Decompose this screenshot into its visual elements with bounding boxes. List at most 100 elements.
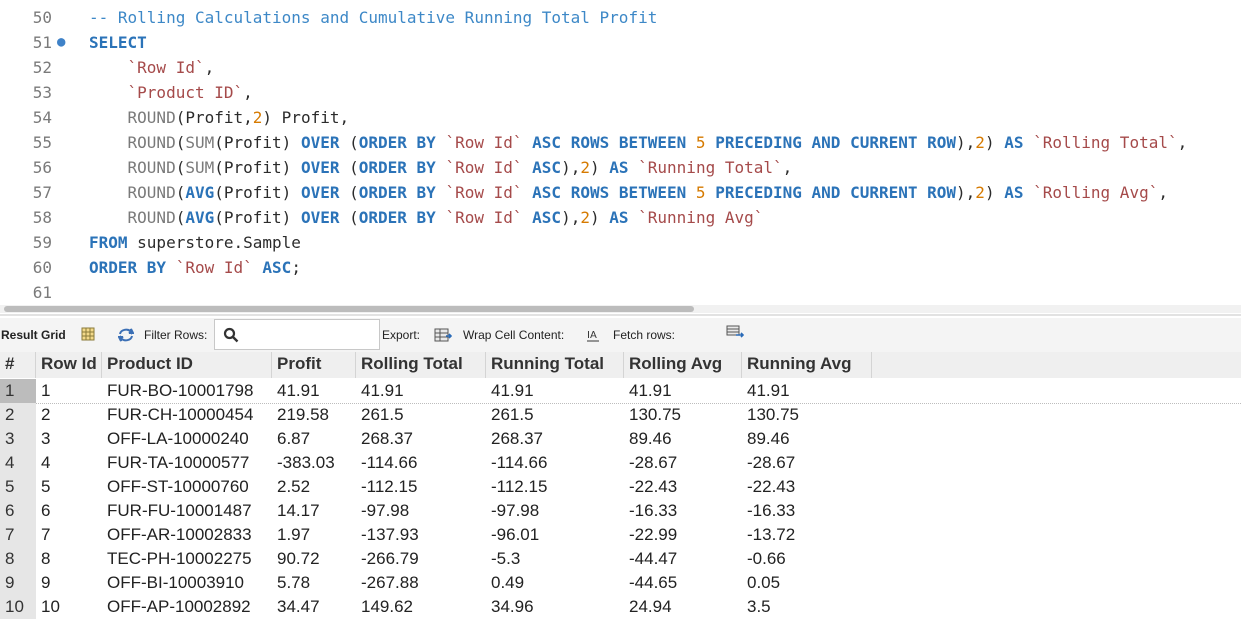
row-number-cell[interactable]: 10	[0, 595, 36, 619]
row-number-cell[interactable]: 7	[0, 523, 36, 547]
table-cell[interactable]: 2	[36, 403, 102, 427]
table-cell[interactable]: -97.98	[356, 499, 486, 523]
table-cell[interactable]: OFF-AP-10002892	[102, 595, 272, 619]
row-number-cell[interactable]: 2	[0, 403, 36, 427]
table-row[interactable]: 3 3 OFF-LA-10000240 6.87 268.37 268.37 89.46 89…	[0, 427, 1241, 451]
table-cell[interactable]: OFF-ST-10000760	[102, 475, 272, 499]
table-cell[interactable]: -22.99	[624, 523, 742, 547]
table-cell[interactable]: OFF-AR-10002833	[102, 523, 272, 547]
table-row[interactable]: 2 2 FUR-CH-10000454 219.58 261.5 261.5 130.75 1…	[0, 403, 1241, 427]
code-line[interactable]: 61	[0, 280, 1241, 305]
panel-splitter[interactable]	[0, 314, 1241, 316]
table-cell[interactable]: 34.47	[272, 595, 356, 619]
row-number-cell[interactable]: 9	[0, 571, 36, 595]
result-grid-tab[interactable]: Result Grid	[1, 318, 66, 352]
table-cell[interactable]: FUR-FU-10001487	[102, 499, 272, 523]
column-header[interactable]: Running Avg	[742, 352, 872, 378]
table-cell[interactable]: -266.79	[356, 547, 486, 571]
code-line[interactable]: 55 ROUND(SUM(Profit) OVER (ORDER BY `Row…	[0, 130, 1241, 155]
editor-horizontal-scrollbar[interactable]	[0, 305, 1241, 313]
table-cell[interactable]: -112.15	[486, 475, 624, 499]
table-cell[interactable]: 14.17	[272, 499, 356, 523]
table-cell[interactable]: OFF-LA-10000240	[102, 427, 272, 451]
table-cell[interactable]: 261.5	[486, 403, 624, 427]
table-cell[interactable]: 24.94	[624, 595, 742, 619]
code-line[interactable]: 53 `Product ID`,	[0, 80, 1241, 105]
table-cell[interactable]: 5	[36, 475, 102, 499]
code-line[interactable]: 58 ROUND(AVG(Profit) OVER (ORDER BY `Row…	[0, 205, 1241, 230]
grid-icon[interactable]	[81, 327, 95, 344]
table-cell[interactable]: 1.97	[272, 523, 356, 547]
table-cell[interactable]: 41.91	[272, 379, 356, 403]
refresh-arrows-icon[interactable]	[117, 328, 135, 345]
column-header[interactable]: Rolling Total	[356, 352, 486, 378]
table-row[interactable]: 9 9 OFF-BI-10003910 5.78 -267.88 0.49 -44.65 0.…	[0, 571, 1241, 595]
table-cell[interactable]: 8	[36, 547, 102, 571]
row-number-cell[interactable]: 6	[0, 499, 36, 523]
table-cell[interactable]: 41.91	[624, 379, 742, 403]
table-cell[interactable]: -44.47	[624, 547, 742, 571]
table-cell[interactable]: -16.33	[624, 499, 742, 523]
table-cell[interactable]: -96.01	[486, 523, 624, 547]
table-cell[interactable]: 3.5	[742, 595, 872, 619]
table-cell[interactable]: OFF-BI-10003910	[102, 571, 272, 595]
export-icon[interactable]	[434, 327, 453, 346]
fetch-rows-icon[interactable]	[726, 325, 745, 342]
wrap-text-icon[interactable]: IA	[586, 328, 600, 345]
table-cell[interactable]: 7	[36, 523, 102, 547]
table-row[interactable]: 8 8 TEC-PH-10002275 90.72 -266.79 -5.3 -44.47-…	[0, 547, 1241, 571]
filter-rows-input[interactable]	[214, 319, 380, 350]
table-cell[interactable]: -5.3	[486, 547, 624, 571]
column-header[interactable]: Profit	[272, 352, 356, 378]
table-cell[interactable]: FUR-CH-10000454	[102, 403, 272, 427]
column-header[interactable]: Row Id	[36, 352, 102, 378]
table-cell[interactable]: 10	[36, 595, 102, 619]
table-cell[interactable]: 89.46	[624, 427, 742, 451]
table-cell[interactable]: 1	[36, 379, 102, 403]
table-cell[interactable]: -112.15	[356, 475, 486, 499]
row-number-cell[interactable]: 5	[0, 475, 36, 499]
table-row[interactable]: 1 1 FUR-BO-10001798 41.91 41.91 41.91 41.91 41.…	[0, 379, 1241, 404]
table-cell[interactable]: -267.88	[356, 571, 486, 595]
table-cell[interactable]: -137.93	[356, 523, 486, 547]
code-line[interactable]: 51 ● SELECT	[0, 30, 1241, 55]
table-cell[interactable]: 130.75	[624, 403, 742, 427]
table-cell[interactable]: 149.62	[356, 595, 486, 619]
table-cell[interactable]: -0.66	[742, 547, 872, 571]
table-row[interactable]: 7 7 OFF-AR-10002833 1.97 -137.93 -96.01 -22.99…	[0, 523, 1241, 547]
table-cell[interactable]: -22.43	[624, 475, 742, 499]
table-cell[interactable]: -22.43	[742, 475, 872, 499]
table-cell[interactable]: 34.96	[486, 595, 624, 619]
table-cell[interactable]: -97.98	[486, 499, 624, 523]
table-cell[interactable]: 41.91	[356, 379, 486, 403]
table-cell[interactable]: 6	[36, 499, 102, 523]
table-cell[interactable]: 130.75	[742, 403, 872, 427]
table-row[interactable]: 6 6 FUR-FU-10001487 14.17 -97.98 -97.98 -16.33…	[0, 499, 1241, 523]
table-row[interactable]: 4 4 FUR-TA-10000577 -383.03 -114.66 -114.66 -2…	[0, 451, 1241, 475]
sql-editor[interactable]: 50 -- Rolling Calculations and Cumulative…	[0, 0, 1241, 312]
table-cell[interactable]: 0.05	[742, 571, 872, 595]
row-number-cell[interactable]: 3	[0, 427, 36, 451]
column-header[interactable]: Rolling Avg	[624, 352, 742, 378]
table-cell[interactable]: FUR-TA-10000577	[102, 451, 272, 475]
table-cell[interactable]: 219.58	[272, 403, 356, 427]
table-cell[interactable]: 41.91	[742, 379, 872, 403]
table-cell[interactable]: -114.66	[356, 451, 486, 475]
table-row[interactable]: 5 5 OFF-ST-10000760 2.52 -112.15 -112.15 -22.4…	[0, 475, 1241, 499]
column-header[interactable]: Product ID	[102, 352, 272, 378]
table-cell[interactable]: 268.37	[486, 427, 624, 451]
table-cell[interactable]: -16.33	[742, 499, 872, 523]
table-cell[interactable]: 268.37	[356, 427, 486, 451]
code-line[interactable]: 56 ROUND(SUM(Profit) OVER (ORDER BY `Row…	[0, 155, 1241, 180]
table-cell[interactable]: 41.91	[486, 379, 624, 403]
table-cell[interactable]: -114.66	[486, 451, 624, 475]
table-cell[interactable]: -28.67	[742, 451, 872, 475]
code-line[interactable]: 59 FROM superstore.Sample	[0, 230, 1241, 255]
table-cell[interactable]: 5.78	[272, 571, 356, 595]
table-cell[interactable]: 90.72	[272, 547, 356, 571]
code-line[interactable]: 57 ROUND(AVG(Profit) OVER (ORDER BY `Row…	[0, 180, 1241, 205]
table-cell[interactable]: 0.49	[486, 571, 624, 595]
table-cell[interactable]: 3	[36, 427, 102, 451]
table-cell[interactable]: TEC-PH-10002275	[102, 547, 272, 571]
table-cell[interactable]: 6.87	[272, 427, 356, 451]
